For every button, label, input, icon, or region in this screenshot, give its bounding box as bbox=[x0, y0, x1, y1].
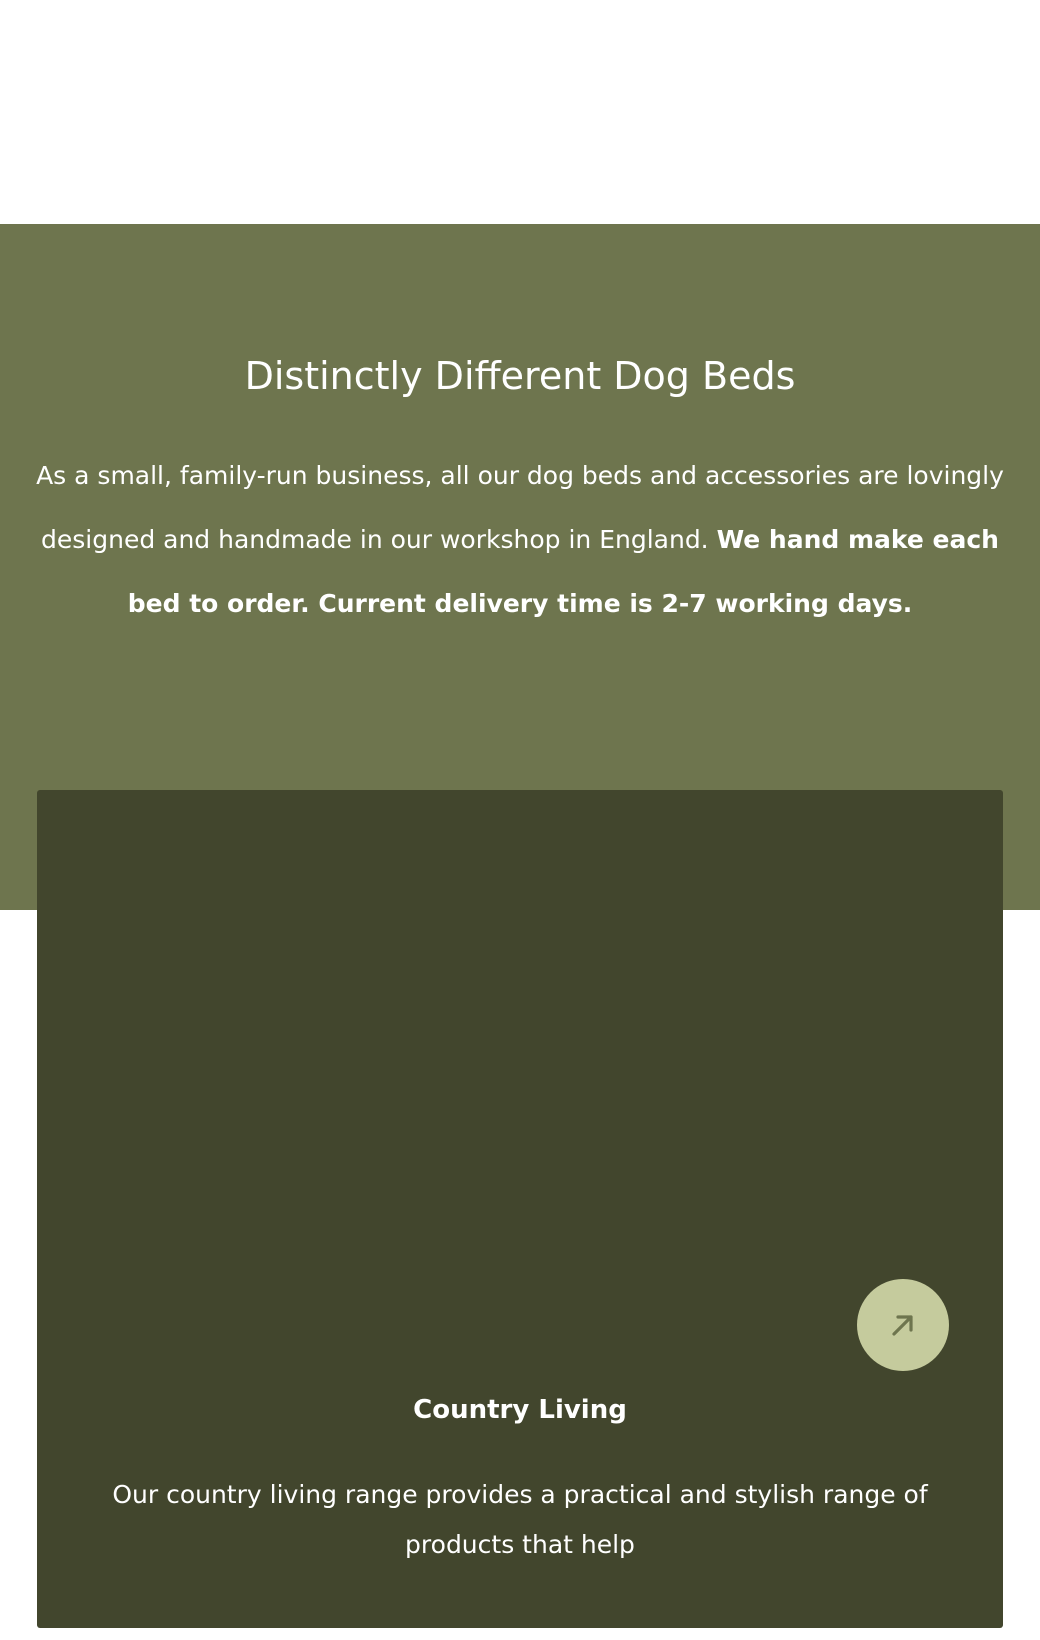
hero-description: As a small, family-run business, all our… bbox=[36, 444, 1004, 636]
page-top-blank-area bbox=[0, 0, 1040, 224]
hero-title: Distinctly Different Dog Beds bbox=[244, 354, 796, 398]
card-title: Country Living bbox=[413, 1395, 627, 1425]
category-card-country-living[interactable]: Country Living Our country living range … bbox=[37, 790, 1003, 1628]
card-arrow-button[interactable] bbox=[857, 1279, 949, 1371]
card-description: Our country living range provides a prac… bbox=[112, 1480, 928, 1559]
arrow-up-right-icon bbox=[892, 1315, 913, 1336]
